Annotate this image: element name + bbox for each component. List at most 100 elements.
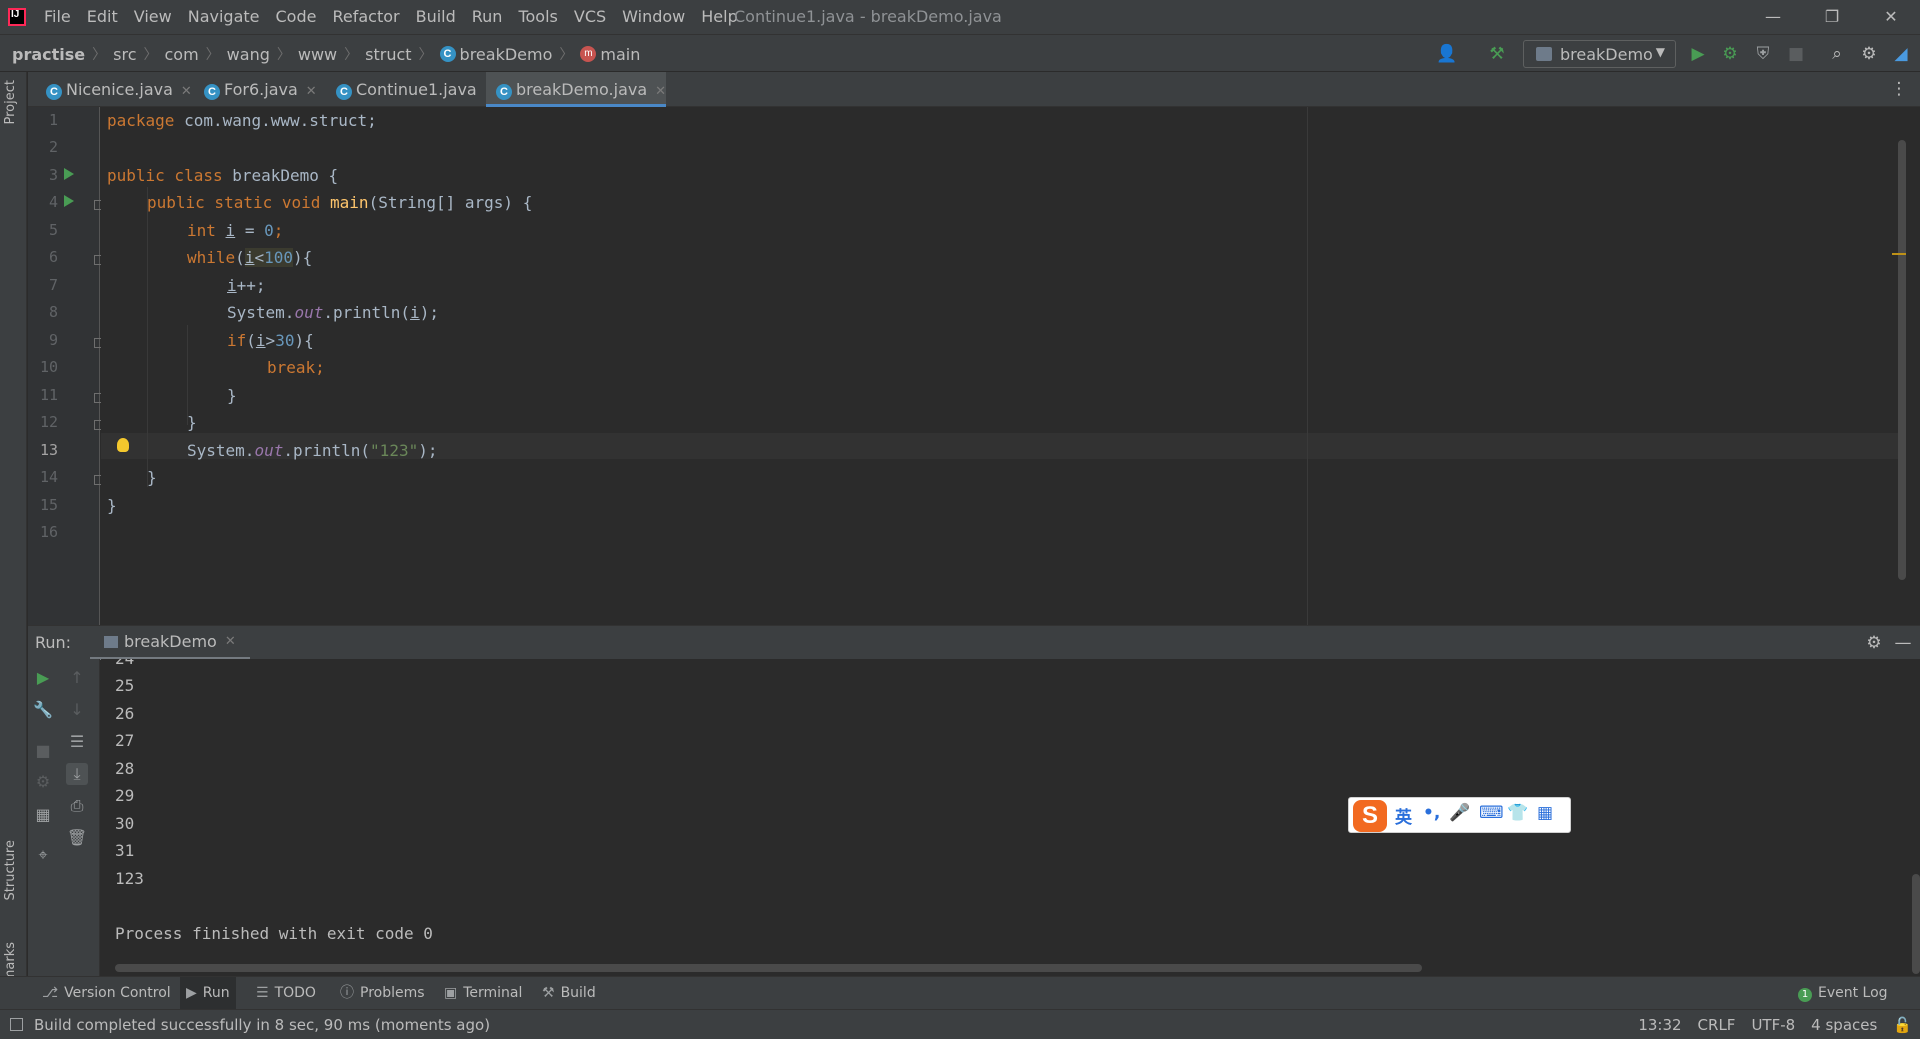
caret-position[interactable]: 13:32 [1630, 1010, 1689, 1039]
file-encoding[interactable]: UTF-8 [1743, 1010, 1803, 1039]
tool-label: Run [202, 985, 230, 1001]
menu-refactor[interactable]: Refactor [324, 0, 407, 34]
console-output[interactable]: 24 25 26 27 28 29 30 31 123 Process fini… [101, 659, 1920, 976]
soft-wrap-icon[interactable]: ☰ [66, 731, 88, 753]
run-configuration-select[interactable]: breakDemo ▼ [1523, 40, 1676, 68]
menu-run[interactable]: Run [464, 0, 511, 34]
breadcrumb-class[interactable]: CbreakDemo [436, 45, 557, 64]
breadcrumb-struct[interactable]: struct [361, 45, 415, 64]
run-tab-breakdemo[interactable]: breakDemo ✕ [90, 626, 250, 660]
settings-gear-icon[interactable]: ⚙ [1858, 43, 1880, 65]
apps-grid-icon[interactable]: ▦ [1537, 803, 1553, 823]
method-icon: m [580, 46, 597, 62]
stop-icon[interactable]: ■ [32, 740, 54, 762]
intention-bulb-icon[interactable] [117, 438, 129, 452]
indent-guide [147, 187, 148, 487]
close-tab-icon[interactable]: ✕ [655, 84, 666, 99]
indent-setting[interactable]: 4 spaces [1803, 1010, 1885, 1039]
tab-for6[interactable]: C For6.java ✕ [194, 72, 317, 107]
line-separator[interactable]: CRLF [1690, 1010, 1744, 1039]
tool-windows-toggle-icon[interactable] [10, 1018, 23, 1031]
project-tool-tab[interactable]: Project [3, 80, 18, 124]
minimize-icon[interactable]: — [1744, 0, 1802, 34]
tab-nicenice[interactable]: C Nicenice.java ✕ [36, 72, 192, 107]
microphone-icon[interactable]: 🎤 [1449, 803, 1470, 823]
tool-build[interactable]: ⚒ Build [536, 977, 602, 1010]
coverage-icon[interactable]: ⛨ [1752, 43, 1774, 65]
breadcrumb-src[interactable]: src [109, 45, 140, 64]
skin-shirt-icon[interactable]: 👕 [1507, 803, 1528, 823]
wrench-icon[interactable]: 🔧 [32, 699, 54, 721]
tab-breakdemo[interactable]: CbreakDemo.java ✕ [486, 72, 667, 107]
console-horizontal-scrollbar[interactable] [115, 964, 1422, 972]
menu-navigate[interactable]: Navigate [180, 0, 268, 34]
layout-icon[interactable]: ▦ [32, 804, 54, 826]
tab-continue1[interactable]: CContinue1.java✕ [326, 72, 496, 107]
pin-icon[interactable]: ⌖ [32, 844, 54, 866]
close-tab-icon[interactable]: ✕ [306, 84, 317, 99]
debug-bug-icon[interactable]: ⚙ [32, 771, 54, 793]
ime-toolbar[interactable]: S 英 •, 🎤 ⌨ 👕 ▦ [1348, 797, 1571, 833]
run-class-icon[interactable] [64, 168, 74, 180]
close-tab-icon[interactable]: ✕ [225, 625, 236, 659]
code-line-4: public static void main(String[] args) { [147, 193, 533, 212]
lock-icon[interactable]: 🔓 [1885, 1010, 1920, 1039]
tool-version-control[interactable]: ⎇ Version Control [36, 977, 177, 1010]
menu-tools[interactable]: Tools [510, 0, 565, 34]
breadcrumb-com[interactable]: com [161, 45, 203, 64]
breadcrumb-www[interactable]: www [294, 45, 341, 64]
breadcrumb-method[interactable]: m main [576, 45, 644, 64]
sogou-logo-icon[interactable]: S [1353, 800, 1387, 832]
trash-icon[interactable]: 🗑 [66, 827, 88, 849]
ime-language-toggle[interactable]: 英 [1395, 803, 1412, 828]
user-profile-icon[interactable]: 👤▾ [1436, 43, 1458, 86]
menu-window[interactable]: Window [614, 0, 693, 34]
tool-problems[interactable]: ⓘ Problems [334, 977, 431, 1010]
breadcrumb-wang[interactable]: wang [223, 45, 274, 64]
title-bar: File Edit View Navigate Code Refactor Bu… [0, 0, 1920, 34]
structure-tool-tab[interactable]: Structure [3, 840, 18, 900]
close-icon[interactable]: ✕ [1862, 0, 1920, 34]
stop-icon[interactable]: ■ [1785, 43, 1807, 65]
settings-gear-icon[interactable]: ⚙ [1863, 632, 1885, 654]
print-icon[interactable]: ⎙ [66, 795, 88, 817]
down-arrow-icon[interactable]: ↓ [66, 699, 88, 721]
keyboard-icon[interactable]: ⌨ [1479, 803, 1504, 823]
up-arrow-icon[interactable]: ↑ [66, 667, 88, 689]
rerun-icon[interactable]: ▶ [32, 667, 54, 689]
code-editor[interactable]: package com.wang.www.struct; public clas… [101, 107, 1906, 625]
restore-icon[interactable]: ❐ [1803, 0, 1861, 34]
menu-edit[interactable]: Edit [79, 0, 126, 34]
jetbrains-toolbox-icon[interactable]: ◢ [1890, 43, 1912, 65]
build-hammer-icon[interactable]: ⚒ [1486, 43, 1508, 65]
editor-scrollbar[interactable] [1898, 140, 1906, 580]
close-tab-icon[interactable]: ✕ [181, 84, 192, 99]
warning-stripe-marker[interactable] [1892, 253, 1906, 255]
left-tool-strip: Project Structure Bookmarks [0, 72, 27, 1015]
breadcrumb-project[interactable]: practise [8, 45, 89, 64]
run-icon[interactable]: ▶ [1687, 43, 1709, 65]
menu-build[interactable]: Build [408, 0, 464, 34]
menu-view[interactable]: View [126, 0, 180, 34]
line-number: 11 [39, 386, 58, 404]
run-main-icon[interactable] [64, 195, 74, 207]
line-number-current: 13 [39, 441, 58, 459]
line-number: 5 [48, 221, 58, 239]
status-message[interactable]: Build completed successfully in 8 sec, 9… [34, 1010, 490, 1039]
console-vertical-scrollbar[interactable] [1912, 874, 1920, 974]
run-icon: ▶ [186, 985, 197, 1001]
menu-code[interactable]: Code [268, 0, 325, 34]
more-tabs-icon[interactable]: ⋮ [1888, 78, 1910, 100]
tool-terminal[interactable]: ▣ Terminal [438, 977, 528, 1010]
hide-panel-icon[interactable]: — [1892, 632, 1914, 654]
ime-punctuation-icon[interactable]: •, [1423, 803, 1440, 823]
code-line-9: if(i>30){ [227, 331, 314, 350]
tool-run[interactable]: ▶ Run [180, 977, 236, 1010]
tool-todo[interactable]: ☰ TODO [250, 977, 322, 1010]
menu-file[interactable]: File [36, 0, 79, 34]
search-icon[interactable]: ⌕ [1826, 43, 1848, 65]
debug-icon[interactable]: ⚙ [1719, 43, 1741, 65]
menu-vcs[interactable]: VCS [566, 0, 614, 34]
scroll-to-end-icon[interactable]: ⤓ [66, 763, 88, 785]
tool-event-log[interactable]: 1 Event Log [1792, 977, 1894, 1010]
